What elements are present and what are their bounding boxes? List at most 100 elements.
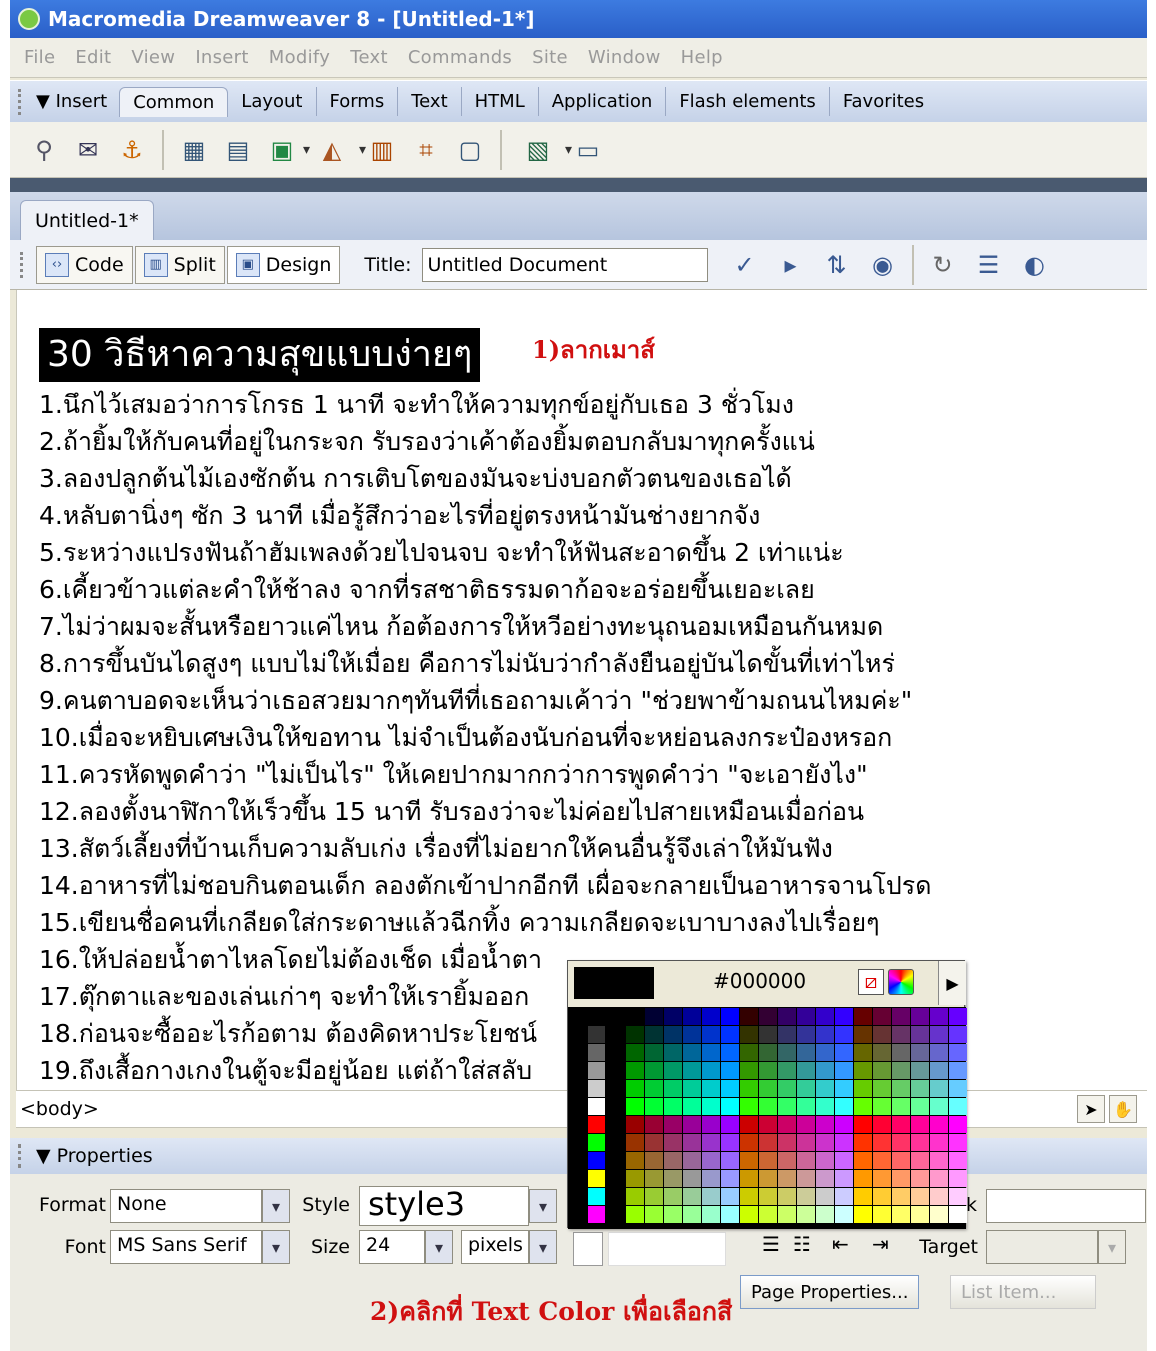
color-swatch[interactable] (797, 1134, 815, 1151)
color-swatch[interactable] (702, 1152, 720, 1169)
color-swatch[interactable] (740, 1008, 758, 1025)
color-swatch[interactable] (702, 1044, 720, 1061)
page-properties-button[interactable]: Page Properties... (740, 1275, 920, 1309)
comment-icon[interactable]: ▢ (450, 130, 490, 170)
panel-grip[interactable] (18, 88, 30, 115)
color-swatch[interactable] (759, 1080, 777, 1097)
color-swatch[interactable] (892, 1044, 910, 1061)
content-line[interactable]: 15.เขียนชื่อคนที่เกลียดใส่กระดาษแล้วฉีกท… (39, 904, 1119, 941)
color-swatch[interactable] (721, 1098, 739, 1115)
unordered-list-icon[interactable]: ☰ (762, 1232, 780, 1256)
color-swatch[interactable] (721, 1134, 739, 1151)
color-swatch[interactable] (683, 1062, 701, 1079)
color-swatch[interactable] (740, 1044, 758, 1061)
picker-menu-arrow-icon[interactable]: ▶ (938, 961, 966, 1005)
view-options-icon[interactable]: ☰ (966, 251, 1012, 279)
color-swatch[interactable] (797, 1080, 815, 1097)
color-swatch[interactable] (721, 1116, 739, 1133)
color-swatch[interactable] (645, 1008, 663, 1025)
color-swatch[interactable] (759, 1026, 777, 1043)
document-tab[interactable]: Untitled-1* (20, 200, 154, 240)
color-swatch[interactable] (759, 1044, 777, 1061)
color-swatch[interactable] (797, 1026, 815, 1043)
color-swatch[interactable] (873, 1098, 891, 1115)
panel-grip[interactable] (18, 1144, 28, 1168)
menu-window[interactable]: Window (578, 47, 671, 68)
content-line[interactable]: 2.ถ้ายิ้มให้กับคนที่อยู่ในกระจก รับรองว่… (39, 423, 1119, 460)
color-swatch[interactable] (740, 1080, 758, 1097)
color-swatch[interactable] (835, 1116, 853, 1133)
tab-common[interactable]: Common (119, 86, 229, 117)
color-swatch[interactable] (683, 1098, 701, 1115)
color-swatch[interactable] (949, 1116, 967, 1133)
color-swatch[interactable] (721, 1026, 739, 1043)
content-line[interactable]: 14.อาหารที่ไม่ชอบกินตอนเด็ก ลองตักเข้าปา… (39, 867, 1119, 904)
color-swatch[interactable] (854, 1062, 872, 1079)
color-swatch[interactable] (778, 1170, 796, 1187)
color-swatch[interactable] (664, 1152, 682, 1169)
color-swatch[interactable] (873, 1134, 891, 1151)
menu-edit[interactable]: Edit (65, 47, 121, 68)
outdent-icon[interactable]: ⇤ (832, 1232, 849, 1256)
unit-dropdown-icon[interactable]: ▾ (529, 1230, 557, 1264)
size-unit-select[interactable]: pixels (461, 1230, 529, 1264)
style-dropdown-icon[interactable]: ▾ (529, 1189, 557, 1223)
color-swatch[interactable] (645, 1080, 663, 1097)
color-swatch[interactable] (626, 1206, 644, 1223)
color-swatch[interactable] (835, 1206, 853, 1223)
color-swatch[interactable] (664, 1206, 682, 1223)
color-swatch[interactable] (873, 1044, 891, 1061)
preview-in-browser-icon[interactable]: ◉ (860, 251, 906, 279)
size-input[interactable]: 24 (359, 1230, 425, 1264)
color-wheel-icon[interactable] (888, 969, 914, 995)
color-swatch[interactable] (626, 1062, 644, 1079)
color-swatch[interactable] (816, 1026, 834, 1043)
color-swatch[interactable] (797, 1008, 815, 1025)
color-swatch[interactable] (892, 1206, 910, 1223)
color-swatch[interactable] (854, 1206, 872, 1223)
color-swatch[interactable] (626, 1170, 644, 1187)
color-swatch[interactable] (645, 1062, 663, 1079)
content-line[interactable]: 13.สัตว์เลี้ยงที่บ้านเก็บความลับเก่ง เรื… (39, 830, 1119, 867)
color-swatch[interactable] (740, 1026, 758, 1043)
color-swatch[interactable] (911, 1188, 929, 1205)
color-swatch[interactable] (930, 1080, 948, 1097)
content-line[interactable]: 7.ไม่ว่าผมจะสั้นหรือยาวแค่ไหน ก้อต้องการ… (39, 608, 1119, 645)
color-swatch[interactable] (645, 1116, 663, 1133)
named-anchor-icon[interactable]: ⚓ (112, 130, 152, 170)
tab-forms[interactable]: Forms (317, 87, 399, 116)
color-swatch[interactable] (778, 1188, 796, 1205)
color-swatch[interactable] (797, 1098, 815, 1115)
content-line[interactable]: 8.การขึ้นบันไดสูงๆ แบบไม่ให้เมื่อย คือกา… (39, 645, 1119, 682)
hyperlink-icon[interactable]: ⚲ (24, 130, 64, 170)
browser-check-icon[interactable]: ▸ (768, 251, 814, 279)
color-swatch[interactable] (797, 1116, 815, 1133)
color-swatch[interactable] (778, 1044, 796, 1061)
color-swatch[interactable] (911, 1206, 929, 1223)
color-swatch[interactable] (645, 1134, 663, 1151)
color-swatch[interactable] (930, 1170, 948, 1187)
color-swatch[interactable] (702, 1080, 720, 1097)
color-swatch[interactable] (778, 1080, 796, 1097)
color-swatch[interactable] (721, 1044, 739, 1061)
color-swatch[interactable] (759, 1170, 777, 1187)
target-dropdown-icon[interactable]: ▾ (1098, 1230, 1126, 1264)
color-swatch[interactable] (626, 1026, 644, 1043)
content-line[interactable]: 10.เมื่อจะหยิบเศษเงินให้ขอทาน ไม่จำเป็นต… (39, 719, 1119, 756)
color-swatch[interactable] (854, 1080, 872, 1097)
color-swatch[interactable] (892, 1008, 910, 1025)
tab-html[interactable]: HTML (462, 87, 539, 116)
menu-help[interactable]: Help (671, 47, 733, 68)
list-item-button[interactable]: List Item... (950, 1275, 1096, 1309)
color-swatch[interactable] (721, 1170, 739, 1187)
color-swatch[interactable] (816, 1188, 834, 1205)
color-swatch[interactable] (626, 1008, 644, 1025)
color-swatch[interactable] (797, 1188, 815, 1205)
color-swatch[interactable] (588, 1026, 605, 1043)
content-line[interactable]: 3.ลองปลูกต้นไม้เองซักต้น การเติบโตของมัน… (39, 460, 1119, 497)
color-swatch[interactable] (721, 1008, 739, 1025)
design-view-button[interactable]: ▣ Design (226, 245, 341, 284)
color-swatch[interactable] (949, 1062, 967, 1079)
menu-text[interactable]: Text (340, 47, 398, 68)
color-swatch[interactable] (797, 1170, 815, 1187)
